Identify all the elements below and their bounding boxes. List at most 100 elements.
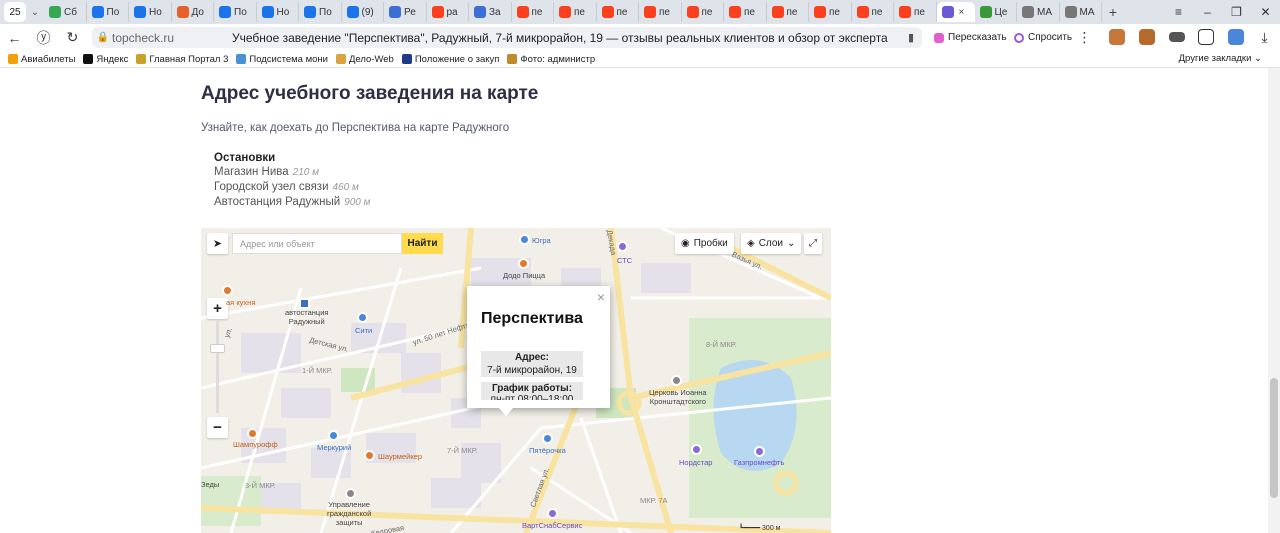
browser-tab[interactable]: пе: [639, 2, 682, 22]
extension-icon[interactable]: [1109, 29, 1125, 45]
browser-tab[interactable]: Но: [129, 2, 172, 22]
poi-beds[interactable]: Зеды: [201, 480, 219, 489]
lock-icon[interactable]: 🔒: [94, 32, 112, 43]
poi-bus-station[interactable]: автостанция Радужный: [285, 308, 328, 326]
poi-shaurmeyker[interactable]: Шаурмейкер: [378, 452, 422, 461]
poi-vartsnab[interactable]: ВартСнабСервис: [522, 521, 582, 530]
browser-tab[interactable]: Но: [257, 2, 299, 22]
back-icon[interactable]: ←: [0, 30, 29, 46]
poi-pin[interactable]: [222, 285, 233, 296]
poi-yugra[interactable]: Югра: [532, 236, 551, 245]
page-scrollbar[interactable]: [1268, 68, 1280, 533]
poi-church[interactable]: Церковь Иоанна Кронштадтского: [649, 388, 707, 406]
poi-gazprom[interactable]: Газпромнефть: [734, 458, 784, 467]
poi-shampur[interactable]: Шампурофф: [233, 440, 278, 449]
extension-icon[interactable]: [1139, 29, 1155, 45]
poi-civil-defense[interactable]: Управление гражданской защиты: [327, 488, 371, 527]
bookmark-item[interactable]: Главная Портал 3: [136, 54, 228, 65]
browser-tab[interactable]: пе: [597, 2, 639, 22]
layers-button[interactable]: ◈ Слои ⌄: [741, 233, 802, 254]
browser-tab[interactable]: По: [87, 2, 129, 22]
reload-icon[interactable]: ↻: [58, 29, 87, 46]
yandex-map[interactable]: ➤ Адрес или объект Найти ◉ Пробки ◈ Слои…: [201, 228, 831, 533]
close-tab-icon[interactable]: ×: [959, 7, 965, 18]
traffic-button[interactable]: ◉ Пробки: [675, 233, 734, 254]
browser-tab[interactable]: пе: [767, 2, 809, 22]
more-icon[interactable]: ⋮: [1070, 29, 1099, 46]
map-search-input[interactable]: Адрес или объект: [232, 233, 402, 254]
poi-pin[interactable]: [519, 234, 530, 245]
tab-label: МА: [1037, 6, 1052, 18]
menu-icon[interactable]: ≡: [1164, 5, 1193, 19]
browser-tab[interactable]: МА: [1017, 2, 1060, 22]
new-tab-button[interactable]: +: [1102, 4, 1124, 20]
poi-pin[interactable]: [247, 428, 258, 439]
zoom-in-button[interactable]: +: [207, 298, 228, 319]
bookmark-item[interactable]: Подсистема мони: [236, 54, 328, 65]
bookmark-item[interactable]: Яндекс: [83, 54, 128, 65]
download-icon[interactable]: ⤓: [1250, 29, 1279, 46]
minimize-icon[interactable]: –: [1193, 5, 1222, 19]
retell-button[interactable]: Пересказать: [934, 28, 1007, 47]
poi-pin[interactable]: [754, 446, 765, 457]
poi-nordstar[interactable]: Нордстар: [679, 458, 712, 467]
zoom-out-button[interactable]: −: [207, 417, 228, 438]
ask-button[interactable]: Спросить: [1014, 28, 1072, 47]
zoom-handle[interactable]: [210, 344, 225, 353]
zoom-slider[interactable]: [216, 321, 219, 413]
poi-kitchen[interactable]: ая кухня: [226, 298, 255, 307]
poi-pin[interactable]: [691, 444, 702, 455]
poi-merkuriy[interactable]: Меркурий: [317, 443, 351, 452]
browser-tab[interactable]: По: [299, 2, 342, 22]
poi-siti[interactable]: Сити: [355, 326, 372, 335]
poi-sts[interactable]: СТС: [617, 256, 632, 265]
poi-dodo[interactable]: Додо Пицца: [503, 271, 545, 280]
browser-tab[interactable]: (9): [342, 2, 384, 22]
browser-tab[interactable]: пе: [554, 2, 597, 22]
browser-tab[interactable]: По: [214, 2, 257, 22]
browser-tab[interactable]: Сб: [44, 2, 87, 22]
fullscreen-button[interactable]: ⤢: [804, 233, 822, 254]
poi-pyaterochka[interactable]: Пятёрочка: [529, 446, 566, 455]
browser-tab[interactable]: пе: [894, 2, 937, 22]
poi-pin[interactable]: [328, 430, 339, 441]
extension-icon[interactable]: [1228, 29, 1244, 45]
geolocation-icon[interactable]: ➤: [207, 233, 228, 254]
bookmark-item[interactable]: Дело-Web: [335, 54, 394, 65]
close-window-icon[interactable]: ✕: [1251, 5, 1280, 19]
other-bookmarks[interactable]: Другие закладки ⌄: [1179, 53, 1262, 64]
yandex-home-icon[interactable]: ⓨ: [29, 28, 58, 48]
browser-tab[interactable]: пе: [512, 2, 554, 22]
close-icon[interactable]: ×: [597, 289, 605, 305]
poi-pin[interactable]: [542, 433, 553, 444]
restore-icon[interactable]: ❐: [1222, 5, 1251, 19]
browser-tab[interactable]: пе: [852, 2, 894, 22]
url-field[interactable]: 🔒 topcheck.ru Учебное заведение "Перспек…: [92, 27, 922, 48]
map-search-button[interactable]: Найти: [402, 233, 443, 254]
bookmark-item[interactable]: Авиабилеты: [8, 54, 75, 65]
browser-tab[interactable]: До: [172, 2, 214, 22]
browser-tab-active[interactable]: ×: [936, 2, 975, 22]
poi-pin[interactable]: [518, 258, 529, 269]
chevron-down-icon[interactable]: ⌄: [26, 7, 44, 18]
poi-pin[interactable]: [364, 450, 375, 461]
bookmark-item[interactable]: Положение о закуп: [401, 54, 499, 65]
poi-pin[interactable]: [357, 312, 368, 323]
bookmark-icon[interactable]: ▮: [908, 31, 914, 44]
browser-tab[interactable]: пе: [809, 2, 852, 22]
browser-tab[interactable]: За: [469, 2, 512, 22]
poi-pin[interactable]: [671, 375, 682, 386]
browser-tab[interactable]: пе: [724, 2, 767, 22]
poi-pin[interactable]: [617, 241, 628, 252]
bookmark-item[interactable]: Фото: администр: [507, 54, 595, 65]
extension-icon[interactable]: [1169, 32, 1185, 42]
scrollbar-thumb[interactable]: [1270, 378, 1278, 498]
browser-tab[interactable]: МА: [1060, 2, 1102, 22]
browser-tab[interactable]: Ре: [384, 2, 427, 22]
browser-tab[interactable]: Це: [975, 2, 1017, 22]
collections-icon[interactable]: [1198, 29, 1214, 45]
browser-tab[interactable]: пе: [682, 2, 724, 22]
tab-counter[interactable]: 25: [4, 2, 26, 22]
browser-tab[interactable]: ра: [427, 2, 469, 22]
poi-pin[interactable]: [547, 508, 558, 519]
